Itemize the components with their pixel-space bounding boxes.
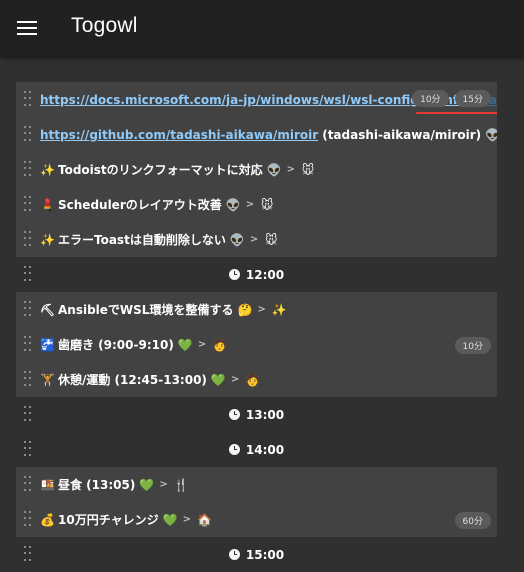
task-link[interactable]: https://github.com/tadashi-aikawa/miroir	[40, 128, 318, 142]
list-item[interactable]: ⛏ AnsibleでWSL環境を整備する 🤔 > ✨	[16, 292, 497, 327]
alien-icon: 👽	[225, 197, 241, 212]
list-item[interactable]: ✨ エラーToastは自動削除しない 👽 > 🐭	[16, 222, 497, 257]
app-bar: Togowl	[0, 0, 524, 56]
task-link[interactable]: https://docs.microsoft.com/ja-jp/windows…	[40, 93, 470, 107]
time-label: 15:00	[245, 547, 285, 562]
green-heart-icon: 💚	[162, 512, 178, 527]
list-item[interactable]: https://docs.microsoft.com/ja-jp/windows…	[16, 82, 497, 117]
time-label: 12:00	[245, 267, 285, 282]
sparkles-icon: ✨	[271, 302, 287, 317]
task-title: 10万円チャレンジ	[58, 513, 159, 527]
house-icon: 🏠	[196, 512, 212, 527]
drag-handle-icon[interactable]	[24, 406, 32, 423]
task-title: Schedulerのレイアウト改善	[58, 198, 222, 212]
drag-handle-icon[interactable]	[24, 231, 32, 248]
list-item[interactable]: ✨ Todoistのリンクフォーマットに対応 👽 > 🐭	[16, 152, 497, 187]
weightlifting-icon: 🏋	[40, 372, 55, 387]
alien-icon: 👽	[266, 162, 282, 177]
task-title: 歯磨き (9:00-9:10)	[58, 338, 174, 352]
hamburger-menu-icon[interactable]	[14, 16, 40, 40]
task-title: 昼食 (13:05)	[58, 478, 136, 492]
water-icon: 🚰	[40, 337, 55, 352]
alien-icon: 👽	[229, 232, 245, 247]
drag-handle-icon[interactable]	[24, 546, 32, 563]
clock-icon	[228, 409, 240, 420]
person-icon: 🧑	[245, 372, 261, 387]
list-item[interactable]: 🏋 休憩/運動 (12:45-13:00) 💚 > 🧑	[16, 362, 497, 397]
time-label: 13:00	[245, 407, 285, 422]
drag-handle-icon[interactable]	[24, 511, 32, 528]
green-heart-icon: 💚	[177, 337, 193, 352]
drag-handle-icon[interactable]	[24, 91, 32, 108]
separator: >	[159, 479, 168, 490]
separator: >	[230, 374, 240, 385]
green-heart-icon: 💚	[139, 477, 155, 492]
task-title: (tadashi-aikawa/miroir)	[322, 127, 482, 142]
separator: >	[197, 339, 207, 350]
task-title: 休憩/運動 (12:45-13:00)	[58, 373, 207, 387]
lipstick-icon: 💄	[40, 197, 55, 212]
task-title: Todoistのリンクフォーマットに対応	[58, 163, 263, 177]
separator: >	[182, 514, 191, 525]
drag-handle-icon[interactable]	[24, 441, 32, 458]
list-item[interactable]: https://github.com/tadashi-aikawa/miroir…	[16, 117, 497, 152]
time-label: 14:00	[245, 442, 285, 457]
mouse-icon: 🐭	[264, 232, 278, 247]
clock-icon	[228, 444, 240, 455]
time-slot: 14:00	[16, 432, 497, 467]
fork-knife-icon: 🍴	[173, 477, 189, 492]
estimate-badge: 15分	[454, 90, 491, 107]
drag-handle-icon[interactable]	[24, 371, 32, 388]
drag-handle-icon[interactable]	[24, 336, 32, 353]
clock-icon	[228, 549, 240, 560]
time-slot: 15:00	[16, 537, 497, 572]
separator: >	[286, 164, 296, 175]
drag-handle-icon[interactable]	[24, 476, 32, 493]
separator: >	[245, 199, 255, 210]
drag-handle-icon[interactable]	[24, 196, 32, 213]
bento-icon: 🍱	[40, 477, 55, 492]
pick-icon: ⛏	[40, 302, 56, 317]
separator: >	[249, 234, 259, 245]
time-slot: 12:00	[16, 257, 497, 292]
estimate-badge: 10分	[454, 337, 491, 354]
list-item[interactable]: 🚰 歯磨き (9:00-9:10) 💚 > 🧑 10分	[16, 327, 497, 362]
person-icon: 🧑	[212, 337, 228, 352]
drag-handle-icon[interactable]	[24, 126, 32, 143]
drag-handle-icon[interactable]	[24, 266, 32, 283]
thinking-icon: 🤔	[237, 302, 253, 317]
drag-handle-icon[interactable]	[24, 301, 32, 318]
money-bag-icon: 💰	[40, 512, 55, 527]
app-title: Togowl	[71, 14, 138, 37]
highlight-underline	[416, 112, 497, 114]
list-item[interactable]: 💰 10万円チャレンジ 💚 > 🏠 60分	[16, 502, 497, 537]
estimate-badge: 10分	[412, 90, 449, 107]
separator: >	[257, 304, 266, 315]
drag-handle-icon[interactable]	[24, 161, 32, 178]
sparkles-icon: ✨	[40, 162, 55, 177]
clock-icon	[228, 269, 240, 280]
list-item[interactable]: 🍱 昼食 (13:05) 💚 > 🍴	[16, 467, 497, 502]
alien-icon: 👽	[485, 127, 497, 142]
sparkles-icon: ✨	[40, 232, 55, 247]
task-title: エラーToastは自動削除しない	[58, 233, 226, 247]
mouse-icon: 🐭	[301, 162, 315, 177]
list-item[interactable]: 💄 Schedulerのレイアウト改善 👽 > 🐭	[16, 187, 497, 222]
schedule-list: https://docs.microsoft.com/ja-jp/windows…	[16, 82, 497, 572]
time-slot: 13:00	[16, 397, 497, 432]
mouse-icon: 🐭	[260, 197, 274, 212]
task-title: AnsibleでWSL環境を整備する	[58, 303, 234, 317]
estimate-badge: 60分	[454, 512, 491, 529]
green-heart-icon: 💚	[210, 372, 226, 387]
